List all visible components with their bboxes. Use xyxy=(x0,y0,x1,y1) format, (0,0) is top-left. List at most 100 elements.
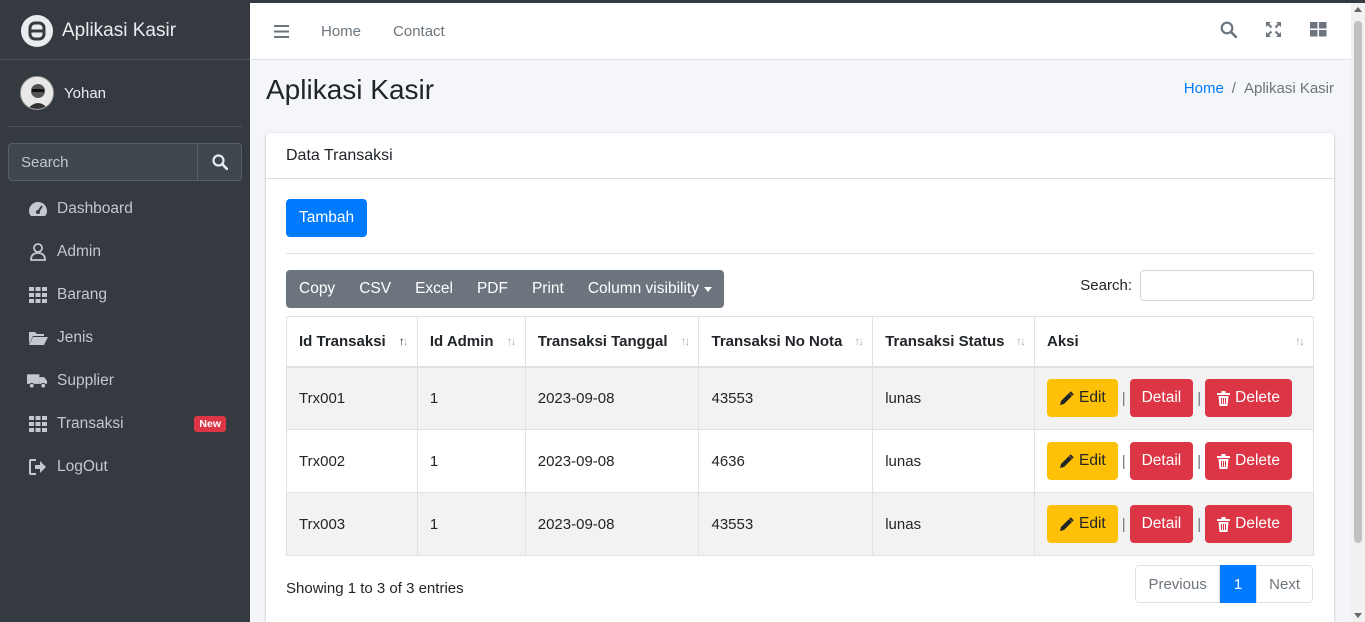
column-label: Transaksi Status xyxy=(885,332,1005,350)
action-separator: | xyxy=(1121,389,1126,407)
delete-button[interactable]: Delete xyxy=(1205,505,1292,543)
page-scrollbar[interactable] xyxy=(1351,3,1365,622)
cell-tanggal: 2023-09-08 xyxy=(524,429,700,493)
cell-id-admin: 1 xyxy=(416,366,526,430)
cell-tanggal: 2023-09-08 xyxy=(524,366,700,430)
trash-icon xyxy=(1217,516,1231,532)
column-visibility-button[interactable]: Column visibility xyxy=(576,270,724,308)
action-separator: | xyxy=(1121,452,1126,470)
scroll-thumb[interactable] xyxy=(1354,21,1362,543)
tachometer-icon xyxy=(27,200,48,218)
detail-button[interactable]: Detail xyxy=(1129,442,1194,480)
csv-button[interactable]: CSV xyxy=(347,270,403,308)
user-panel[interactable]: Yohan xyxy=(8,60,242,127)
cell-no-nota: 4636 xyxy=(698,429,874,493)
cell-no-nota: 43553 xyxy=(698,492,874,556)
folder-open-icon xyxy=(27,330,48,346)
cell-tanggal: 2023-09-08 xyxy=(524,492,700,556)
action-separator: | xyxy=(1197,515,1202,533)
divider xyxy=(286,253,1314,254)
cell-id-transaksi: Trx003 xyxy=(286,492,418,556)
page-title: Aplikasi Kasir xyxy=(266,74,435,105)
table-search-input[interactable] xyxy=(1140,270,1314,301)
transaksi-table: Id Transaksi ↑↓ Id Admin ↑↓ Transaksi Tang… xyxy=(286,316,1315,556)
sidebar-search: Search xyxy=(8,143,242,181)
cell-aksi: Edit | Detail | Delete xyxy=(1033,429,1315,493)
sidebar-item-admin[interactable]: Admin xyxy=(0,230,250,273)
sidebar-item-label: Supplier xyxy=(57,371,114,389)
breadcrumb-home-link[interactable]: Home xyxy=(1184,80,1224,97)
nav-link-contact[interactable]: Contact xyxy=(393,23,445,40)
pencil-icon xyxy=(1059,453,1074,468)
sort-ascending-icon: ↑↓ xyxy=(398,334,409,348)
card-title: Data Transaksi xyxy=(266,133,1334,179)
sidebar-item-transaksi[interactable]: Transaksi New xyxy=(0,402,250,445)
truck-icon xyxy=(27,373,48,389)
previous-page-button[interactable]: Previous xyxy=(1135,565,1220,603)
trash-icon xyxy=(1217,390,1231,406)
sort-icon: ↑↓ xyxy=(854,334,864,348)
fullscreen-icon[interactable] xyxy=(1265,21,1282,42)
scroll-down-arrow-icon[interactable] xyxy=(1354,613,1362,618)
next-page-button[interactable]: Next xyxy=(1256,565,1313,603)
edit-label: Edit xyxy=(1078,515,1106,532)
data-transaksi-card: Data Transaksi Tambah Copy CSV Excel PDF… xyxy=(266,133,1334,622)
excel-button[interactable]: Excel xyxy=(403,270,465,308)
app-logo-icon xyxy=(21,15,53,47)
sidebar-item-jenis[interactable]: Jenis xyxy=(0,316,250,359)
copy-button[interactable]: Copy xyxy=(286,270,347,308)
trash-icon xyxy=(1217,453,1231,469)
sidebar-item-barang[interactable]: Barang xyxy=(0,273,250,316)
sidebar-item-supplier[interactable]: Supplier xyxy=(0,359,250,402)
sidebar-item-label: Dashboard xyxy=(57,199,133,217)
action-separator: | xyxy=(1197,452,1202,470)
delete-button[interactable]: Delete xyxy=(1205,379,1292,418)
sidebar-item-logout[interactable]: LogOut xyxy=(0,445,250,488)
edit-button[interactable]: Edit xyxy=(1046,505,1118,543)
table-search-label: Search: xyxy=(1080,277,1132,294)
nav-link-home[interactable]: Home xyxy=(321,23,361,40)
avatar xyxy=(20,76,54,110)
menu-toggle-icon[interactable] xyxy=(274,24,289,38)
brand-link[interactable]: Aplikasi Kasir xyxy=(0,3,250,60)
column-header-id-admin[interactable]: Id Admin ↑↓ xyxy=(416,316,526,368)
cell-no-nota: 43553 xyxy=(698,366,874,430)
column-header-transaksi-no-nota[interactable]: Transaksi No Nota ↑↓ xyxy=(698,316,874,368)
scroll-up-arrow-icon[interactable] xyxy=(1354,7,1362,12)
column-header-aksi[interactable]: Aksi ↑↓ xyxy=(1033,316,1315,368)
top-navbar: Home Contact xyxy=(250,3,1351,60)
grid-icon xyxy=(27,415,48,432)
column-header-transaksi-status[interactable]: Transaksi Status ↑↓ xyxy=(872,316,1035,368)
pdf-button[interactable]: PDF xyxy=(465,270,520,308)
page-1-button[interactable]: 1 xyxy=(1219,565,1257,603)
sidebar-item-label: Jenis xyxy=(57,328,94,346)
column-label: Id Transaksi xyxy=(299,332,386,350)
tambah-button[interactable]: Tambah xyxy=(286,199,368,237)
detail-button[interactable]: Detail xyxy=(1129,505,1194,543)
column-label: Transaksi Tanggal xyxy=(537,332,668,350)
print-button[interactable]: Print xyxy=(520,270,576,308)
detail-button[interactable]: Detail xyxy=(1129,379,1194,418)
edit-button[interactable]: Edit xyxy=(1046,379,1118,418)
cell-aksi: Edit | Detail | Delete xyxy=(1033,492,1315,556)
sort-icon: ↑↓ xyxy=(1015,334,1026,348)
edit-button[interactable]: Edit xyxy=(1046,442,1118,480)
action-separator: | xyxy=(1121,515,1126,533)
column-header-id-transaksi[interactable]: Id Transaksi ↑↓ xyxy=(286,316,418,368)
sidebar-search-button[interactable] xyxy=(197,143,242,181)
caret-down-icon xyxy=(703,286,712,292)
column-visibility-label: Column visibility xyxy=(587,280,699,297)
search-icon[interactable] xyxy=(1220,21,1238,42)
edit-label: Edit xyxy=(1078,389,1106,407)
column-label: Aksi xyxy=(1046,332,1079,350)
table-header-row: Id Transaksi ↑↓ Id Admin ↑↓ Transaksi Tang… xyxy=(286,316,1315,368)
column-header-transaksi-tanggal[interactable]: Transaksi Tanggal ↑↓ xyxy=(524,316,700,368)
sidebar-item-dashboard[interactable]: Dashboard xyxy=(0,187,250,230)
sort-icon: ↑↓ xyxy=(1295,334,1305,348)
sidebar-search-input[interactable]: Search xyxy=(8,143,197,181)
table-info: Showing 1 to 3 of 3 entries xyxy=(286,580,464,597)
user-name[interactable]: Yohan xyxy=(64,85,106,102)
control-sidebar-icon[interactable] xyxy=(1310,22,1327,41)
delete-button[interactable]: Delete xyxy=(1205,442,1292,480)
sidebar-item-label: LogOut xyxy=(57,457,108,475)
